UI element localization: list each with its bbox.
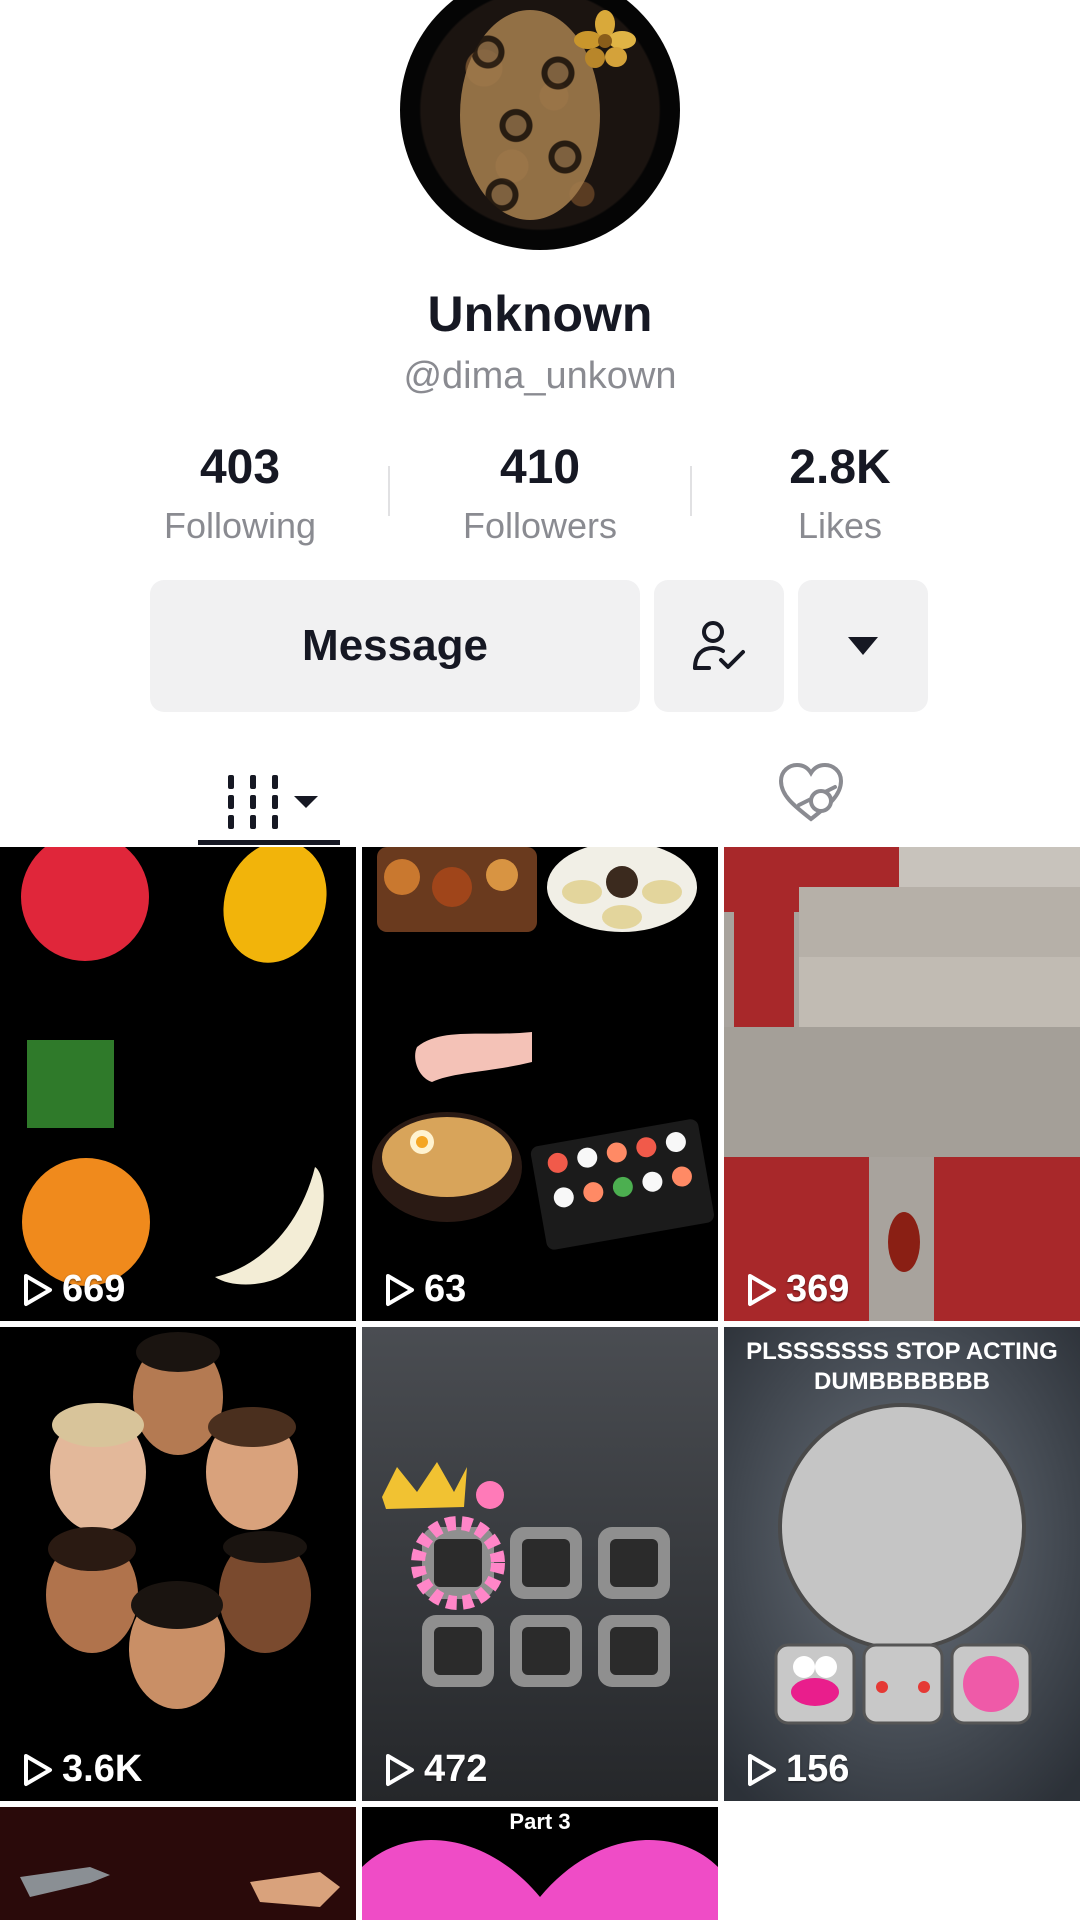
video-tile[interactable]: Part 3: [362, 1807, 718, 1920]
tab-videos[interactable]: [198, 760, 340, 835]
profile-avatar[interactable]: [400, 0, 680, 250]
stat-divider: [388, 466, 390, 516]
view-count-value: 472: [424, 1748, 488, 1790]
video-caption: Part 3: [509, 1809, 571, 1834]
video-tile[interactable]: 369: [724, 847, 1080, 1321]
view-count: 472: [384, 1748, 487, 1791]
calculator-apps-thumbnail: [362, 1327, 718, 1801]
play-icon: [748, 1273, 776, 1306]
hidden-heart-icon: [778, 762, 844, 822]
tab-liked[interactable]: [775, 757, 847, 829]
friends-button[interactable]: [654, 580, 784, 712]
view-count-value: 369: [786, 1268, 850, 1310]
following-count: 403: [199, 441, 281, 494]
play-icon: [748, 1753, 776, 1786]
stat-divider: [690, 466, 692, 516]
likes-label: Likes: [797, 505, 883, 546]
active-tab-indicator: [198, 840, 340, 845]
play-icon: [24, 1273, 52, 1306]
play-icon: [24, 1753, 52, 1786]
followers-count: 410: [499, 441, 581, 494]
message-button[interactable]: Message: [150, 580, 640, 712]
caret-down-icon: [848, 637, 878, 655]
video-tile[interactable]: PLSSSSSSS STOP ACTING DUMBBBBBBB 156: [724, 1327, 1080, 1801]
view-count-value: 63: [424, 1268, 467, 1310]
view-count: 3.6K: [22, 1748, 142, 1791]
likes-count: 2.8K: [789, 441, 891, 494]
view-count-value: 3.6K: [62, 1748, 143, 1790]
more-options-button[interactable]: [798, 580, 928, 712]
profile-name: Unknown: [427, 286, 653, 342]
video-tile[interactable]: [0, 1807, 356, 1920]
video-tile[interactable]: 3.6K: [0, 1327, 356, 1801]
faces-thumbnail: [0, 1327, 356, 1801]
video-caption: PLSSSSSSS STOP ACTING DUMBBBBBBB: [746, 1338, 1058, 1395]
view-count: 369: [746, 1268, 849, 1311]
fruit-thumbnail: [0, 847, 356, 1321]
gold-flower-icon: [574, 10, 636, 68]
view-count-value: 156: [786, 1748, 850, 1790]
profile-handle: @dima_unkown: [403, 355, 677, 397]
video-tile[interactable]: 669: [0, 847, 356, 1321]
video-tile[interactable]: 63: [362, 847, 718, 1321]
play-icon: [386, 1273, 414, 1306]
stat-following[interactable]: 403 Following: [110, 440, 370, 547]
view-count: 156: [746, 1748, 849, 1791]
food-thumbnail: [362, 847, 718, 1321]
following-label: Following: [163, 505, 317, 546]
user-check-icon: [693, 621, 745, 670]
view-count: 63: [384, 1268, 466, 1311]
profile-tabs: [0, 745, 1080, 845]
pointing-thumbnail: [0, 1807, 356, 1920]
grid-icon: [228, 775, 318, 829]
stat-likes[interactable]: 2.8K Likes: [710, 440, 970, 547]
view-count-value: 669: [62, 1268, 126, 1310]
stairs-thumbnail: [724, 847, 1080, 1321]
view-count: 669: [22, 1268, 125, 1311]
followers-label: Followers: [462, 505, 618, 546]
stat-followers[interactable]: 410 Followers: [410, 440, 670, 547]
play-icon: [386, 1753, 414, 1786]
button-meme-thumbnail: [724, 1327, 1080, 1801]
video-tile[interactable]: 472: [362, 1327, 718, 1801]
